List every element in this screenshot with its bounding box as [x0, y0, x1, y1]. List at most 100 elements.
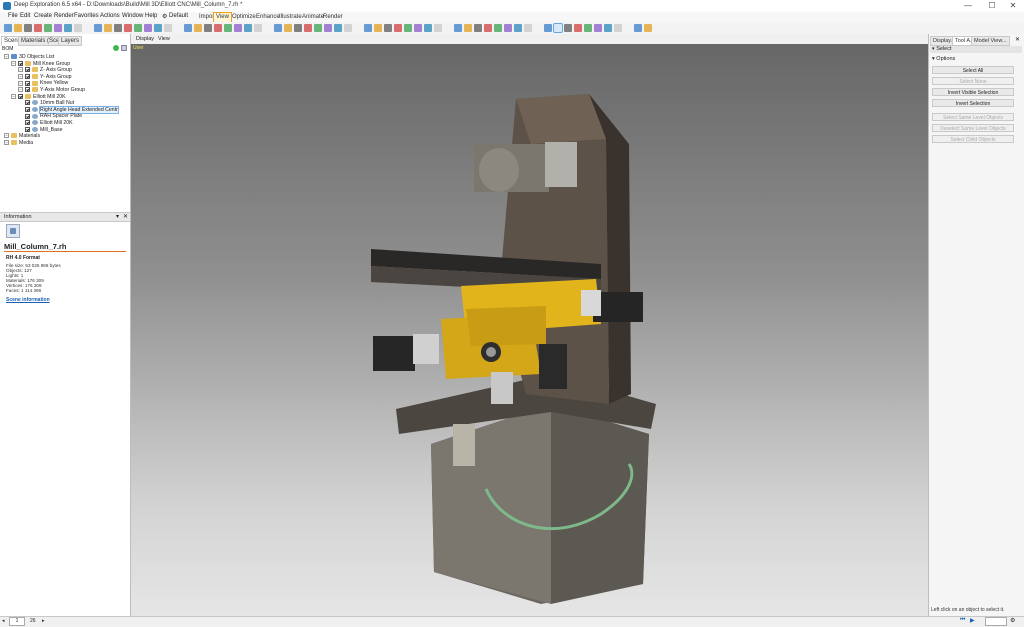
toolbar-tool-icon[interactable] [124, 24, 132, 32]
panel-close-icon[interactable]: ✕ [1015, 36, 1020, 43]
select-option-button[interactable]: Select Child Objects [932, 135, 1014, 143]
toolbar-tool-icon[interactable] [553, 23, 563, 33]
play-icon[interactable]: ▶ [970, 617, 975, 624]
visibility-checkbox[interactable] [25, 113, 30, 119]
toolbar-tool-icon[interactable] [524, 24, 532, 32]
toolbar-tool-icon[interactable] [434, 24, 442, 32]
toolbar-tool-icon[interactable] [404, 24, 412, 32]
first-frame-icon[interactable]: ⏮ [960, 617, 965, 624]
toolbar-tool-icon[interactable] [314, 24, 322, 32]
menu-favorites[interactable]: Favorites [74, 13, 99, 19]
toolbar-tool-icon[interactable] [14, 24, 22, 32]
toolbar-tool-icon[interactable] [514, 24, 522, 32]
toolbar-tool-icon[interactable] [204, 24, 212, 32]
toolbar-tool-icon[interactable] [214, 24, 222, 32]
toolbar-tool-icon[interactable] [294, 24, 302, 32]
toolbar-tool-icon[interactable] [414, 24, 422, 32]
tree-item[interactable]: Right Angle Head Extended Centr [18, 105, 119, 114]
toolbar-tool-icon[interactable] [464, 24, 472, 32]
tab-model-view[interactable]: Model View... [971, 36, 1010, 46]
toolbar-tool-icon[interactable] [384, 24, 392, 32]
tree-item[interactable]: − Media [4, 140, 33, 147]
minimize-button[interactable]: — [957, 1, 979, 11]
toolbar-tool-icon[interactable] [394, 24, 402, 32]
workspace-select[interactable]: Default [169, 13, 188, 19]
toolbar-tool-icon[interactable] [254, 24, 262, 32]
select-option-button[interactable]: Select Same Level Objects [932, 113, 1014, 121]
toolbar-tool-icon[interactable] [24, 24, 32, 32]
frame-field[interactable] [985, 617, 1007, 626]
toolbar-tool-icon[interactable] [64, 24, 72, 32]
toolbar-tool-icon[interactable] [374, 24, 382, 32]
visibility-checkbox[interactable] [18, 93, 23, 99]
tree-item[interactable]: − Z- Axis Group [18, 67, 72, 74]
toolbar-tool-icon[interactable] [284, 24, 292, 32]
viewport-tab-display[interactable]: Display [136, 36, 154, 42]
toolbar-tool-icon[interactable] [594, 24, 602, 32]
tree-item[interactable]: − Knee Yellow [18, 80, 68, 87]
toolbar-tool-icon[interactable] [144, 24, 152, 32]
page-field[interactable]: 1 [9, 617, 25, 626]
toolbar-tool-icon[interactable] [114, 24, 122, 32]
toolbar-tool-icon[interactable] [164, 24, 172, 32]
toolbar-tool-icon[interactable] [44, 24, 52, 32]
toolbar-tool-icon[interactable] [34, 24, 42, 32]
toolbar-tool-icon[interactable] [334, 24, 342, 32]
visibility-checkbox[interactable] [25, 120, 30, 126]
3d-viewport[interactable]: User [131, 44, 928, 616]
tree-item[interactable]: − Y- Axis Group [18, 74, 72, 81]
toolbar-tool-icon[interactable] [504, 24, 512, 32]
toolbar-tool-icon[interactable] [544, 24, 552, 32]
toolbar-tool-icon[interactable] [474, 24, 482, 32]
page-next-icon[interactable]: ▸ [42, 618, 45, 624]
expand-toggle-icon[interactable]: − [18, 87, 23, 93]
select-option-button[interactable]: Invert Visible Selection [932, 88, 1014, 96]
tree-item[interactable]: − Mill Knee Group [11, 61, 70, 68]
select-option-button[interactable]: Select All [932, 66, 1014, 74]
toolbar-tool-icon[interactable] [634, 24, 642, 32]
settings-icon[interactable]: ⚙ [1010, 617, 1015, 624]
toolbar-tool-icon[interactable] [494, 24, 502, 32]
toolbar-tool-icon[interactable] [364, 24, 372, 32]
tab-layers[interactable]: Layers [58, 36, 83, 46]
filter-icon[interactable] [121, 45, 127, 51]
menu-actions[interactable]: Actions [100, 13, 120, 19]
select-option-button[interactable]: Deselect Same Level Objects [932, 124, 1014, 132]
toolbar-tool-icon[interactable] [134, 24, 142, 32]
expand-toggle-icon[interactable]: − [4, 133, 9, 139]
expand-toggle-icon[interactable]: − [18, 67, 23, 73]
toolbar-tool-icon[interactable] [94, 24, 102, 32]
visibility-checkbox[interactable] [25, 80, 30, 86]
pin-icon[interactable]: ▾ [116, 213, 119, 220]
select-option-button[interactable]: Invert Selection [932, 99, 1014, 107]
toolbar-tool-icon[interactable] [194, 24, 202, 32]
visibility-checkbox[interactable] [25, 100, 30, 106]
toolbar-tool-icon[interactable] [104, 24, 112, 32]
milling-machine-model[interactable] [131, 44, 928, 616]
toolbar-tool-icon[interactable] [564, 24, 572, 32]
visibility-checkbox[interactable] [25, 106, 30, 112]
visibility-checkbox[interactable] [25, 67, 30, 73]
toolbar-tool-icon[interactable] [484, 24, 492, 32]
close-icon[interactable]: ✕ [123, 213, 128, 220]
scene-information-link[interactable]: Scene information [6, 297, 50, 303]
toolbar-tool-icon[interactable] [244, 24, 252, 32]
toolbar-tool-icon[interactable] [324, 24, 332, 32]
viewport-tab-view[interactable]: View [158, 36, 170, 42]
visibility-checkbox[interactable] [18, 60, 23, 66]
bom-label[interactable]: BOM [2, 46, 13, 52]
toolbar-tool-icon[interactable] [604, 24, 612, 32]
page-prev-icon[interactable]: ◂ [2, 618, 5, 624]
tree-item[interactable]: − Y-Axis Motor Group [18, 87, 85, 94]
toolbar-tool-icon[interactable] [584, 24, 592, 32]
tree-item[interactable]: RAH Spacer Plate [18, 113, 82, 120]
close-button[interactable]: ✕ [1002, 1, 1024, 11]
select-option-button[interactable]: Select None [932, 77, 1014, 85]
menu-edit[interactable]: Edit [20, 13, 30, 19]
expand-toggle-icon[interactable]: − [4, 54, 9, 60]
toolbar-tool-icon[interactable] [224, 24, 232, 32]
tree-item[interactable]: − Elliott Mill 20K [11, 94, 66, 101]
toolbar-tool-icon[interactable] [4, 24, 12, 32]
tree-item[interactable]: − Materials [4, 133, 40, 140]
toolbar-tool-icon[interactable] [304, 24, 312, 32]
